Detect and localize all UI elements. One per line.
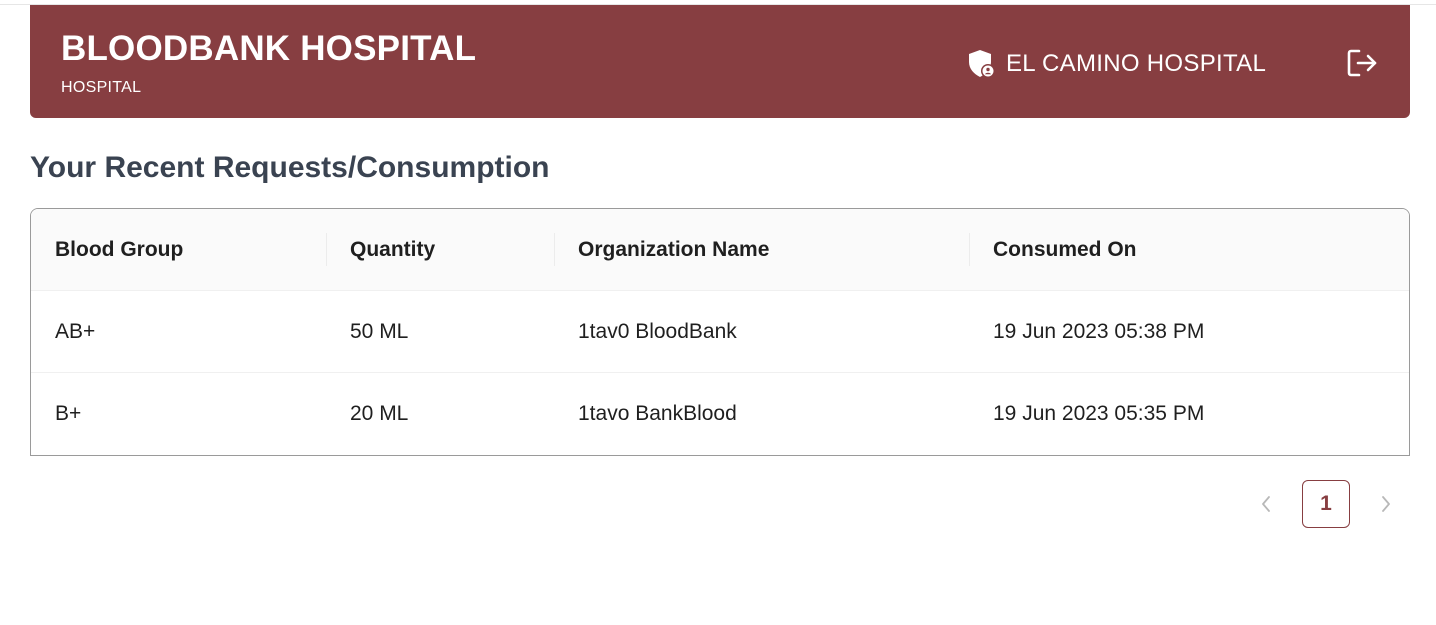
cell-organization-name: 1tavo BankBlood: [578, 402, 737, 425]
next-page-button[interactable]: [1374, 492, 1398, 516]
column-header-quantity[interactable]: Quantity: [350, 209, 435, 291]
app-title: BLOODBANK HOSPITAL: [61, 29, 477, 68]
table-row: B+ 20 ML 1tavo BankBlood 19 Jun 2023 05:…: [31, 373, 1409, 455]
page-button-current[interactable]: 1: [1302, 480, 1350, 528]
column-divider: [326, 233, 327, 266]
cell-organization-name: 1tav0 BloodBank: [578, 320, 737, 343]
app-role-subtitle: HOSPITAL: [61, 79, 142, 96]
consumption-table: Blood Group Quantity Organization Name C…: [30, 208, 1410, 456]
user-name: EL CAMINO HOSPITAL: [1006, 50, 1267, 77]
table-header: Blood Group Quantity Organization Name C…: [31, 209, 1409, 291]
cell-consumed-on: 19 Jun 2023 05:38 PM: [993, 320, 1205, 343]
column-header-consumed-on[interactable]: Consumed On: [993, 209, 1137, 291]
current-user: EL CAMINO HOSPITAL: [968, 48, 1266, 80]
cell-quantity: 20 ML: [350, 402, 409, 425]
chevron-left-icon: [1262, 496, 1270, 512]
column-header-organization-name[interactable]: Organization Name: [578, 209, 769, 291]
column-divider: [554, 233, 555, 266]
logout-icon: [1347, 49, 1377, 77]
previous-page-button[interactable]: [1254, 492, 1278, 516]
shield-user-icon: [969, 50, 995, 78]
table-row: AB+ 50 ML 1tav0 BloodBank 19 Jun 2023 05…: [31, 291, 1409, 373]
chevron-right-icon: [1382, 496, 1390, 512]
cell-quantity: 50 ML: [350, 320, 409, 343]
column-divider: [969, 233, 970, 266]
cell-blood-group: AB+: [55, 320, 96, 343]
page-title: Your Recent Requests/Consumption: [30, 151, 550, 184]
cell-blood-group: B+: [55, 402, 82, 425]
column-header-blood-group[interactable]: Blood Group: [55, 209, 183, 291]
cell-consumed-on: 19 Jun 2023 05:35 PM: [993, 402, 1205, 425]
logout-button[interactable]: [1344, 45, 1380, 81]
app-header: BLOODBANK HOSPITAL HOSPITAL EL CAMINO HO…: [30, 5, 1410, 118]
